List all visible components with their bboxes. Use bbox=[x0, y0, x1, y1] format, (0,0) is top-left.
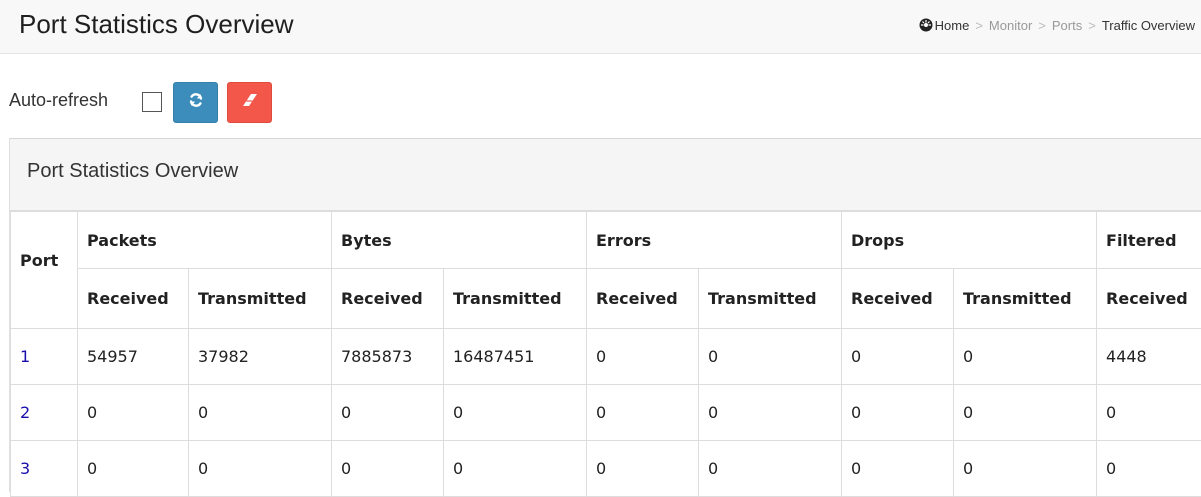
port-cell: 2 bbox=[11, 385, 78, 441]
bytes-transmitted-cell: 16487451 bbox=[444, 329, 587, 385]
packets-transmitted-cell: 0 bbox=[189, 441, 332, 497]
panel-heading: Port Statistics Overview bbox=[10, 139, 1201, 211]
errors-transmitted-header: Transmitted bbox=[699, 269, 842, 329]
breadcrumb-separator: > bbox=[1038, 18, 1046, 33]
packets-transmitted-header: Transmitted bbox=[189, 269, 332, 329]
bytes-transmitted-cell: 0 bbox=[444, 385, 587, 441]
bytes-received-cell: 7885873 bbox=[332, 329, 444, 385]
drops-received-cell: 0 bbox=[842, 441, 954, 497]
port-column-header: Port bbox=[11, 212, 78, 329]
breadcrumb-monitor[interactable]: Monitor bbox=[989, 18, 1032, 33]
eraser-icon bbox=[241, 93, 259, 112]
packets-received-cell: 0 bbox=[78, 385, 189, 441]
drops-transmitted-header: Transmitted bbox=[954, 269, 1097, 329]
packets-received-cell: 0 bbox=[78, 441, 189, 497]
breadcrumb-ports[interactable]: Ports bbox=[1052, 18, 1082, 33]
refresh-icon bbox=[188, 92, 204, 113]
errors-transmitted-cell: 0 bbox=[699, 329, 842, 385]
port-link[interactable]: 1 bbox=[20, 347, 30, 366]
drops-received-cell: 0 bbox=[842, 385, 954, 441]
table-row: 2 0 0 0 0 0 0 0 0 0 bbox=[11, 385, 1201, 441]
errors-received-cell: 0 bbox=[587, 441, 699, 497]
errors-group-header: Errors bbox=[587, 212, 842, 269]
bytes-received-cell: 0 bbox=[332, 385, 444, 441]
table-row: 3 0 0 0 0 0 0 0 0 0 bbox=[11, 441, 1201, 497]
home-icon[interactable] bbox=[919, 18, 933, 35]
drops-received-header: Received bbox=[842, 269, 954, 329]
table-subheader-row: Received Transmitted Received Transmitte… bbox=[11, 269, 1201, 329]
auto-refresh-label: Auto-refresh bbox=[9, 90, 108, 111]
packets-transmitted-cell: 37982 bbox=[189, 329, 332, 385]
breadcrumb-separator: > bbox=[975, 18, 983, 33]
errors-received-header: Received bbox=[587, 269, 699, 329]
filtered-group-header: Filtered bbox=[1097, 212, 1201, 269]
filtered-received-cell: 0 bbox=[1097, 385, 1201, 441]
bytes-received-header: Received bbox=[332, 269, 444, 329]
errors-received-cell: 0 bbox=[587, 329, 699, 385]
port-cell: 1 bbox=[11, 329, 78, 385]
packets-received-header: Received bbox=[78, 269, 189, 329]
drops-transmitted-cell: 0 bbox=[954, 385, 1097, 441]
bytes-group-header: Bytes bbox=[332, 212, 587, 269]
drops-transmitted-cell: 0 bbox=[954, 329, 1097, 385]
bytes-received-cell: 0 bbox=[332, 441, 444, 497]
port-link[interactable]: 2 bbox=[20, 403, 30, 422]
drops-transmitted-cell: 0 bbox=[954, 441, 1097, 497]
packets-transmitted-cell: 0 bbox=[189, 385, 332, 441]
bytes-transmitted-cell: 0 bbox=[444, 441, 587, 497]
errors-transmitted-cell: 0 bbox=[699, 441, 842, 497]
port-cell: 3 bbox=[11, 441, 78, 497]
page-header: Port Statistics Overview Home > Monitor > Po… bbox=[0, 0, 1201, 54]
filtered-received-cell: 0 bbox=[1097, 441, 1201, 497]
filtered-received-header: Received bbox=[1097, 269, 1201, 329]
breadcrumb-home-link[interactable]: Home bbox=[935, 18, 970, 33]
packets-group-header: Packets bbox=[78, 212, 332, 269]
bytes-transmitted-header: Transmitted bbox=[444, 269, 587, 329]
drops-group-header: Drops bbox=[842, 212, 1097, 269]
breadcrumb: Home > Monitor > Ports > Traffic Overview bbox=[919, 18, 1195, 35]
panel-title: Port Statistics Overview bbox=[27, 160, 238, 183]
drops-received-cell: 0 bbox=[842, 329, 954, 385]
table-group-header-row: Port Packets Bytes Errors Drops Filtered bbox=[11, 212, 1201, 269]
packets-received-cell: 54957 bbox=[78, 329, 189, 385]
refresh-button[interactable] bbox=[173, 82, 218, 123]
clear-button[interactable] bbox=[227, 82, 272, 123]
filtered-received-cell: 4448 bbox=[1097, 329, 1201, 385]
breadcrumb-traffic-overview: Traffic Overview bbox=[1102, 18, 1195, 33]
auto-refresh-checkbox[interactable] bbox=[142, 92, 162, 112]
port-statistics-table: Port Packets Bytes Errors Drops Filtered… bbox=[10, 211, 1201, 497]
errors-received-cell: 0 bbox=[587, 385, 699, 441]
page-title: Port Statistics Overview bbox=[19, 9, 294, 40]
port-statistics-panel: Port Statistics Overview Port Packets By… bbox=[9, 138, 1201, 492]
table-row: 1 54957 37982 7885873 16487451 0 0 0 0 4… bbox=[11, 329, 1201, 385]
port-link[interactable]: 3 bbox=[20, 459, 30, 478]
breadcrumb-separator: > bbox=[1088, 18, 1096, 33]
errors-transmitted-cell: 0 bbox=[699, 385, 842, 441]
